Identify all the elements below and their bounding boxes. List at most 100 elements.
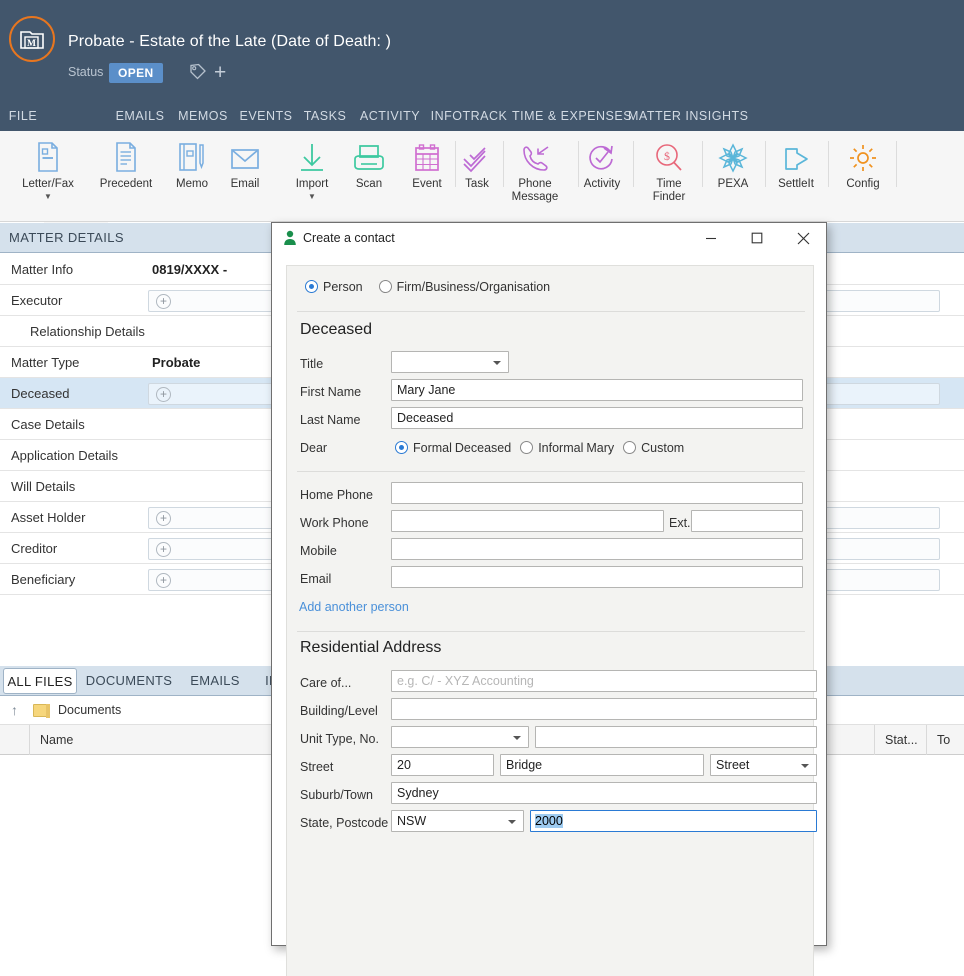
application-window: M Probate - Estate of the Late (Date of …	[0, 0, 964, 976]
tab-activity[interactable]: ACTIVITY	[354, 102, 426, 131]
plus-circle-icon[interactable]: +	[156, 511, 171, 526]
chevron-down-icon[interactable]: ▼	[262, 193, 362, 201]
suburb-input[interactable]: Sydney	[391, 782, 817, 804]
radio-firm-label: Firm/Business/Organisation	[396, 280, 551, 294]
add-another-person-link[interactable]: Add another person	[299, 600, 409, 614]
plus-circle-icon[interactable]: +	[156, 542, 171, 557]
radio-firm[interactable]: Firm/Business/Organisation	[378, 278, 567, 295]
ext-input[interactable]	[691, 510, 803, 532]
first-name-input[interactable]: Mary Jane	[391, 379, 803, 401]
breadcrumb-label: Documents	[58, 703, 122, 717]
tab-matter-insights[interactable]: MATTER INSIGHTS	[628, 102, 748, 131]
minimize-button[interactable]	[688, 223, 734, 253]
postcode-value: 2000	[535, 814, 563, 828]
ribbon-divider	[702, 141, 703, 187]
street-label: Street	[300, 760, 334, 774]
street-number-input[interactable]: 20	[391, 754, 494, 776]
matter-detail-label: Application Details	[11, 448, 118, 463]
maximize-button[interactable]	[734, 223, 780, 253]
column-header-to[interactable]: To	[927, 725, 964, 755]
home-phone-label: Home Phone	[300, 488, 373, 502]
matter-detail-value: Probate	[152, 355, 201, 370]
tab-time-expenses[interactable]: TIME & EXPENSES	[512, 102, 632, 131]
ribbon-divider	[828, 141, 829, 187]
app-logo: M	[9, 16, 55, 62]
radio-dear-custom-label: Custom	[641, 441, 685, 455]
state-value: NSW	[397, 814, 427, 828]
postcode-input[interactable]: 2000	[530, 810, 817, 832]
ext-label: Ext.	[669, 516, 691, 530]
street-name-input[interactable]: Bridge	[500, 754, 704, 776]
matter-detail-label: Case Details	[11, 417, 85, 432]
divider-3	[297, 631, 805, 632]
tab-events[interactable]: EVENTS	[236, 102, 296, 131]
tab-tasks[interactable]: TASKS	[298, 102, 352, 131]
page-title: Probate - Estate of the Late (Date of De…	[68, 33, 391, 50]
street-type-select[interactable]: Street	[710, 754, 817, 776]
radio-dear-formal[interactable]: Formal Deceased	[395, 439, 520, 456]
main-tab-bar: FILEMATTEREMAILSMEMOSEVENTSTASKSACTIVITY…	[0, 102, 964, 233]
title-select[interactable]	[391, 351, 509, 373]
mobile-input[interactable]	[391, 538, 803, 560]
building-level-input[interactable]	[391, 698, 817, 720]
radio-dear-custom[interactable]: Custom	[623, 439, 700, 456]
divider-1	[297, 311, 805, 312]
svg-text:$: $	[664, 149, 670, 163]
folder-icon	[33, 704, 50, 718]
tab-memos[interactable]: MEMOS	[172, 102, 234, 131]
column-header-status[interactable]: Stat...	[875, 725, 927, 755]
matter-detail-label: Beneficiary	[11, 572, 76, 587]
plus-circle-icon[interactable]: +	[156, 387, 171, 402]
dialog-body: Person Firm/Business/Organisation Decease…	[286, 265, 817, 976]
ribbon-divider	[633, 141, 634, 187]
dear-informal-value: Mary	[586, 441, 615, 455]
email-input[interactable]	[391, 566, 803, 588]
unit-type-select[interactable]	[391, 726, 529, 748]
dear-formal-value: Deceased	[454, 441, 512, 455]
matter-detail-label: Relationship Details	[30, 324, 145, 339]
add-tag-icon[interactable]: +	[214, 62, 226, 83]
plus-circle-icon[interactable]: +	[156, 294, 171, 309]
chevron-down-icon	[508, 820, 516, 824]
radio-person-label: Person	[323, 280, 363, 294]
chevron-down-icon	[513, 736, 521, 740]
radio-firm-dot	[378, 280, 392, 293]
work-phone-input[interactable]	[391, 510, 664, 532]
unit-type-label: Unit Type, No.	[300, 732, 379, 746]
dear-radio-group: Formal Deceased Informal Mary Custom	[395, 437, 700, 459]
unit-number-input[interactable]	[535, 726, 817, 748]
radio-person-dot	[305, 280, 318, 293]
matter-detail-label: Executor	[11, 293, 63, 308]
email-label: Email	[300, 572, 332, 586]
tab-file[interactable]: FILE	[4, 102, 42, 131]
chevron-down-icon	[801, 764, 809, 768]
column-header-checkbox	[0, 725, 30, 755]
up-arrow-icon[interactable]: ↑	[11, 702, 18, 718]
last-name-input[interactable]: Deceased	[391, 407, 803, 429]
radio-person[interactable]: Person	[305, 278, 379, 295]
tab-emails[interactable]: EMAILS	[110, 102, 170, 131]
close-button[interactable]	[780, 223, 826, 253]
files-tab-emails[interactable]: EMAILS	[181, 666, 249, 696]
matter-detail-label: Deceased	[11, 386, 70, 401]
entity-type-radio-group: Person Firm/Business/Organisation	[305, 278, 566, 296]
files-tab-all-files[interactable]: ALL FILES	[3, 668, 77, 694]
ribbon-divider	[503, 141, 504, 187]
radio-dear-formal-dot	[395, 441, 408, 454]
chevron-down-icon[interactable]: ▼	[0, 193, 98, 201]
tab-infotrack[interactable]: INFOTRACK	[428, 102, 510, 131]
state-select[interactable]: NSW	[391, 810, 524, 832]
dialog-title-bar: Create a contact	[272, 223, 826, 253]
first-name-label: First Name	[300, 385, 362, 399]
plus-circle-icon[interactable]: +	[156, 573, 171, 588]
radio-dear-informal[interactable]: Informal Mary	[520, 439, 623, 456]
home-phone-input[interactable]	[391, 482, 803, 504]
status-badge: OPEN	[109, 63, 163, 83]
divider-2	[297, 471, 805, 472]
last-name-label: Last Name	[300, 413, 361, 427]
radio-dear-formal-label: Formal	[413, 441, 452, 455]
state-postcode-label: State, Postcode	[300, 816, 389, 830]
tag-icon[interactable]	[188, 63, 207, 85]
care-of-input[interactable]: e.g. C/ - XYZ Accounting	[391, 670, 817, 692]
files-tab-documents[interactable]: DOCUMENTS	[79, 666, 179, 696]
